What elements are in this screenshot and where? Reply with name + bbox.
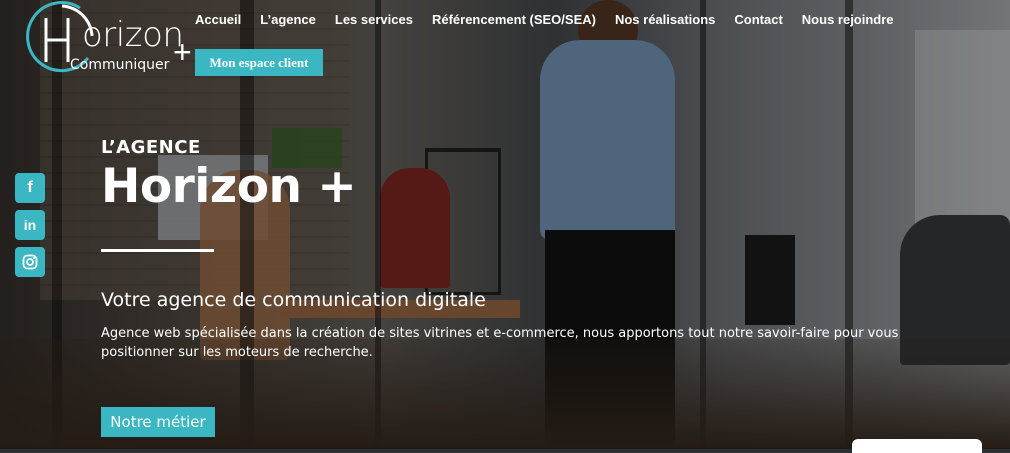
nav-realisations[interactable]: Nos réalisations (605, 12, 724, 28)
client-area-button[interactable]: Mon espace client (195, 49, 323, 76)
nav-rejoindre[interactable]: Nous rejoindre (792, 12, 903, 28)
hero-divider (101, 249, 214, 252)
hero-title: Horizon + (101, 159, 357, 214)
instagram-glyph-icon (22, 254, 38, 270)
nav-services[interactable]: Les services (325, 12, 422, 28)
linkedin-icon[interactable]: in (15, 210, 45, 240)
facebook-icon[interactable]: f (15, 173, 45, 203)
hero-eyebrow: L’AGENCE (101, 137, 201, 158)
nav-agence[interactable]: L’agence (251, 12, 326, 28)
bottom-card-edge (852, 439, 982, 453)
logo-plus: + (173, 34, 192, 70)
nav-referencement[interactable]: Référencement (SEO/SEA) (422, 12, 605, 28)
logo-wordmark: orizon (82, 15, 184, 55)
logo-tagline: Communiquer (70, 57, 170, 73)
notre-metier-button[interactable]: Notre métier (101, 407, 215, 437)
main-nav: Accueil L’agence Les services Référencem… (195, 12, 903, 28)
social-links: f in (15, 173, 45, 277)
instagram-icon[interactable] (15, 247, 45, 277)
brand-logo[interactable]: orizon + Communiquer (22, 0, 200, 80)
nav-accueil[interactable]: Accueil (195, 12, 251, 28)
nav-contact[interactable]: Contact (725, 12, 792, 28)
hero-description: Agence web spécialisée dans la création … (101, 326, 899, 360)
hero-subtitle: Votre agence de communication digitale (101, 289, 486, 311)
